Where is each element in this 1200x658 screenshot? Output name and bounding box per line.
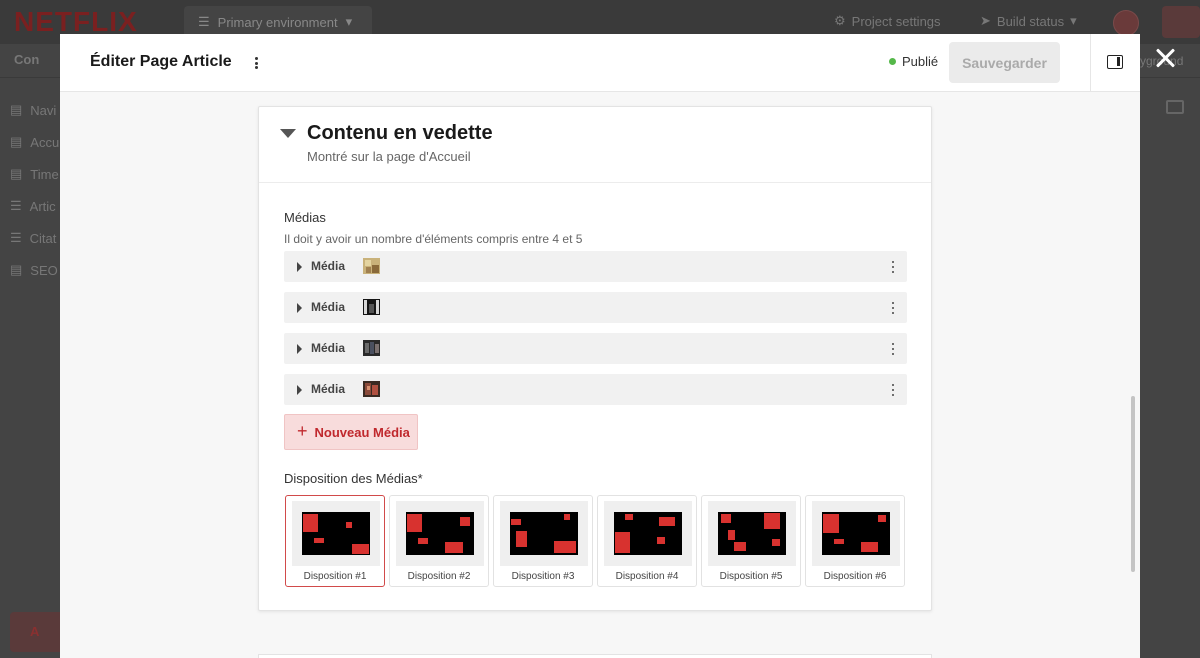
expand-caret-icon[interactable] (297, 262, 302, 272)
sidebar-item-label: Time (30, 166, 59, 182)
chevron-down-icon: ▾ (345, 14, 353, 29)
media-item[interactable]: Média (284, 292, 907, 323)
status-label: Publié (902, 54, 939, 69)
page-icon: ▤ (10, 102, 23, 117)
layout-option-label: Disposition #5 (719, 571, 783, 582)
layout-field-label: Disposition des Médias* (284, 471, 423, 486)
sidebar-item-label: Navi (30, 102, 57, 118)
expand-caret-icon[interactable] (297, 303, 302, 313)
layout-option-3[interactable]: Disposition #3 (493, 495, 593, 587)
media-item[interactable]: Média (284, 374, 907, 405)
build-status-menu[interactable]: ➤ Build status ▾ (980, 13, 1077, 29)
layout-preview (604, 501, 692, 566)
layout-option-5[interactable]: Disposition #5 (701, 495, 801, 587)
layout-option-label: Disposition #6 (823, 571, 887, 582)
panel-toggle-icon[interactable] (1166, 100, 1184, 114)
add-media-button[interactable]: + Nouveau Média (284, 414, 418, 450)
next-section-card (258, 654, 932, 658)
gift-icon[interactable] (1162, 6, 1200, 38)
sidebar-item-timeline[interactable]: ▤ Time (10, 166, 59, 182)
layout-picker: Disposition #1 Disposition #2 Dispositio… (285, 495, 907, 587)
layout-option-label: Disposition #1 (303, 571, 367, 582)
layout-option-label: Disposition #3 (511, 571, 575, 582)
rocket-icon: ➤ (980, 13, 991, 28)
sidebar-item-label: Citat (29, 230, 57, 246)
section-subtitle: Montré sur la page d'Accueil (307, 149, 471, 164)
layout-option-1[interactable]: Disposition #1 (285, 495, 385, 587)
chevron-down-icon: ▾ (1070, 13, 1077, 28)
scrollbar[interactable] (1131, 396, 1135, 572)
media-field-label: Médias (284, 210, 326, 225)
media-options-icon[interactable] (889, 301, 897, 315)
photo-thumbnail-icon (363, 381, 380, 397)
layout-preview (812, 501, 900, 566)
photo-thumbnail-icon (363, 258, 380, 274)
collapse-caret-icon[interactable] (280, 129, 296, 138)
page-icon: ▤ (10, 134, 23, 149)
database-icon: ☰ (198, 14, 210, 29)
build-status-label: Build status (996, 13, 1065, 29)
layout-preview (708, 501, 796, 566)
layout-option-label: Disposition #2 (407, 571, 471, 582)
media-field-help: Il doit y avoir un nombre d'éléments com… (284, 232, 583, 246)
layout-preview (292, 501, 380, 566)
layout-preview (500, 501, 588, 566)
list-icon: ☰ (10, 198, 22, 213)
project-settings-label: Project settings (851, 13, 941, 29)
briefcase-icon: ▤ (10, 262, 23, 277)
featured-content-section: Contenu en vedette Montré sur la page d'… (258, 106, 932, 611)
sidebar-toggle-icon[interactable] (1107, 55, 1123, 69)
list-icon: ☰ (10, 230, 22, 245)
media-item-label: Média (311, 300, 346, 314)
content-tab[interactable]: Con (14, 52, 39, 67)
sidebar-item-label: Artic (29, 198, 56, 214)
edit-modal: Éditer Page Article Publié Sauvegarder C… (60, 34, 1140, 658)
sidebar-item-label: Accu (30, 134, 60, 150)
media-options-icon[interactable] (889, 342, 897, 356)
layout-option-6[interactable]: Disposition #6 (805, 495, 905, 587)
status-badge: Publié (889, 54, 938, 69)
status-dot-icon (889, 58, 896, 65)
photo-thumbnail-icon (363, 299, 380, 315)
media-item-label: Média (311, 382, 346, 396)
save-button[interactable]: Sauvegarder (949, 42, 1060, 83)
layout-option-4[interactable]: Disposition #4 (597, 495, 697, 587)
page-title: Éditer Page Article (90, 53, 232, 70)
sidebar-item-seo[interactable]: ▤ SEO (10, 262, 58, 278)
layout-preview (396, 501, 484, 566)
sidebar-action-label: A (30, 624, 40, 639)
media-options-icon[interactable] (889, 260, 897, 274)
header-divider (1090, 34, 1091, 92)
sidebar-item-articles[interactable]: ☰ Artic (10, 198, 56, 214)
media-options-icon[interactable] (889, 383, 897, 397)
sidebar-item-navigation[interactable]: ▤ Navi (10, 102, 56, 118)
plus-icon: + (297, 421, 308, 441)
media-item[interactable]: Média (284, 333, 907, 364)
section-header[interactable]: Contenu en vedette Montré sur la page d'… (259, 107, 931, 183)
app-right-panel (1140, 78, 1200, 658)
close-icon[interactable] (1155, 48, 1175, 68)
sidebar-item-citations[interactable]: ☰ Citat (10, 230, 56, 246)
photo-thumbnail-icon (363, 340, 380, 356)
more-options-icon[interactable] (250, 54, 262, 72)
layout-option-label: Disposition #4 (615, 571, 679, 582)
modal-header: Éditer Page Article Publié Sauvegarder (60, 34, 1140, 92)
page-icon: ▤ (10, 166, 23, 181)
media-item-label: Média (311, 341, 346, 355)
layout-option-2[interactable]: Disposition #2 (389, 495, 489, 587)
gear-icon: ⚙ (834, 13, 846, 28)
sidebar-item-label: SEO (30, 262, 58, 278)
avatar[interactable] (1113, 10, 1139, 36)
expand-caret-icon[interactable] (297, 385, 302, 395)
add-media-label: Nouveau Média (314, 424, 410, 440)
project-settings-link[interactable]: ⚙ Project settings (834, 13, 941, 29)
media-item-label: Média (311, 259, 346, 273)
section-title: Contenu en vedette (307, 122, 493, 144)
media-item[interactable]: Média (284, 251, 907, 282)
app-sidebar (0, 78, 60, 658)
sidebar-item-accueil[interactable]: ▤ Accu (10, 134, 59, 150)
environment-label: Primary environment (217, 14, 338, 30)
sidebar-action-button[interactable]: A (10, 612, 60, 652)
expand-caret-icon[interactable] (297, 344, 302, 354)
